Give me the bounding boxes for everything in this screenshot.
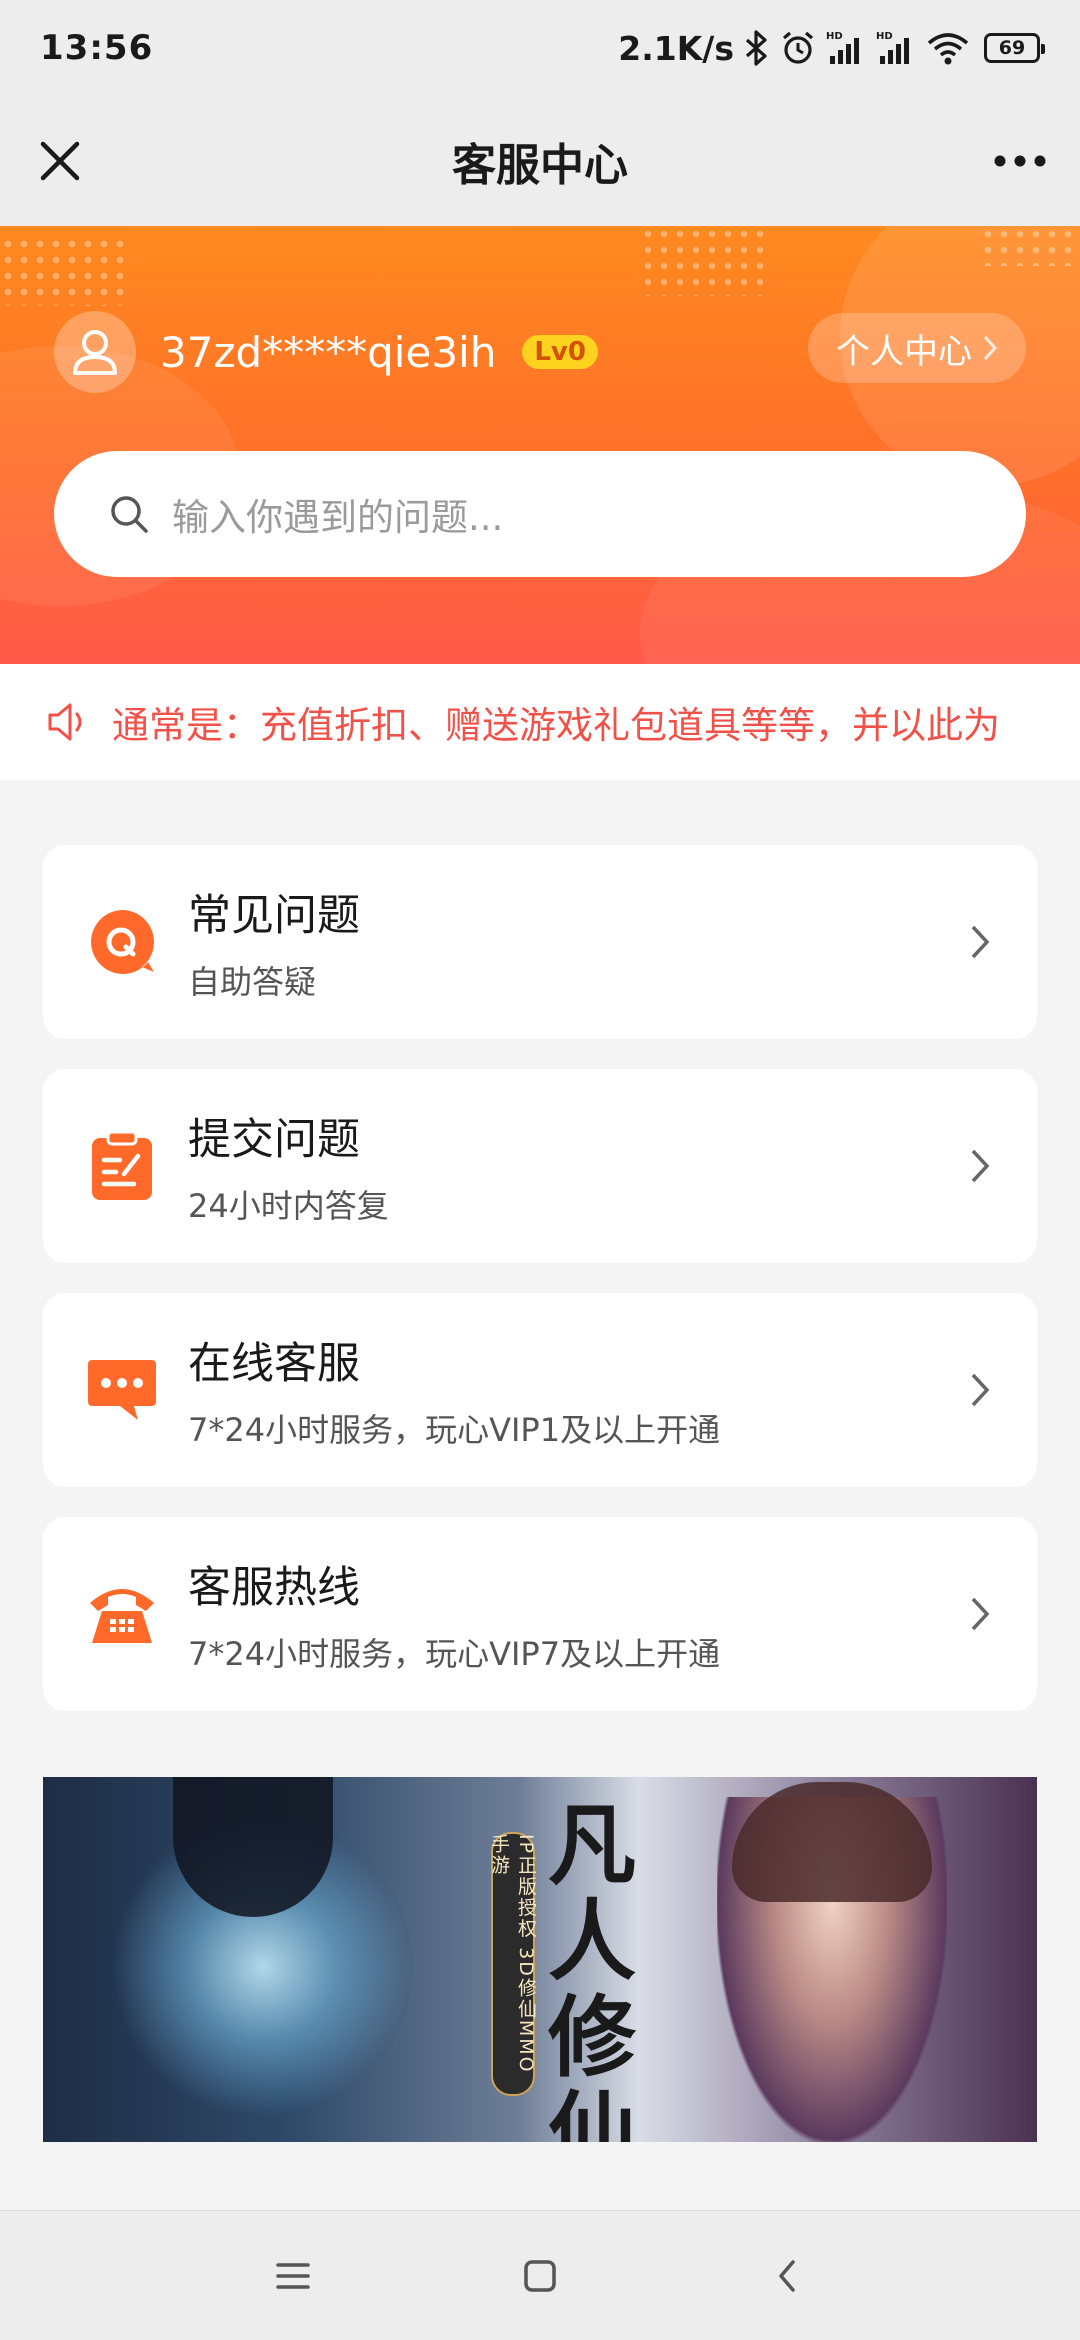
chevron-right-icon <box>971 1373 990 1407</box>
net-speed: 2.1K/s <box>618 28 734 68</box>
menu-item-text: 常见问题 自助答疑 <box>188 881 360 1003</box>
menu-item-title: 常见问题 <box>188 891 360 941</box>
user-row: 37zd*****qie3ih Lv0 个人中心 <box>54 311 1026 393</box>
menu-item-subtitle: 自助答疑 <box>188 963 317 1001</box>
banner-tag: IP正版授权 3D修仙MMO手游 <box>488 1832 537 2096</box>
decor-dots <box>640 226 770 296</box>
menu-item-title: 提交问题 <box>188 1115 360 1165</box>
menu-item-faq[interactable]: 常见问题 自助答疑 <box>43 845 1037 1039</box>
back-icon <box>778 2259 795 2292</box>
title-bar: 客服中心 <box>0 96 1080 226</box>
menu-item-text: 客服热线 7*24小时服务，玩心VIP7及以上开通 <box>188 1553 720 1675</box>
menu-item-submit[interactable]: 提交问题 24小时内答复 <box>43 1069 1037 1263</box>
menu-item-title: 客服热线 <box>188 1563 360 1613</box>
home-icon <box>524 2259 556 2292</box>
menu-item-text: 在线客服 7*24小时服务，玩心VIP1及以上开通 <box>188 1329 720 1451</box>
notice-text: 通常是：充值折扣、赠送游戏礼包道具等等，并以此为 <box>112 704 1000 747</box>
more-icon <box>994 155 1046 167</box>
menu-item-text: 提交问题 24小时内答复 <box>188 1105 389 1227</box>
profile-header: 37zd*****qie3ih Lv0 个人中心 输入你遇到的问题... <box>0 226 1080 664</box>
status-time: 13:56 <box>40 28 154 68</box>
close-button[interactable] <box>30 131 90 191</box>
avatar[interactable] <box>54 311 136 393</box>
user-icon <box>73 330 117 375</box>
personal-center-label: 个人中心 <box>836 331 972 372</box>
alarm-icon <box>780 30 816 66</box>
svg-text:HD: HD <box>876 31 893 42</box>
menu-button[interactable] <box>263 2246 323 2306</box>
personal-center-button[interactable]: 个人中心 <box>808 313 1026 383</box>
chevron-right-icon <box>971 1597 990 1631</box>
chevron-right-icon <box>971 1149 990 1183</box>
page-title: 客服中心 <box>452 140 628 191</box>
back-button[interactable] <box>757 2246 817 2306</box>
level-badge: Lv0 <box>522 335 598 369</box>
menu-item-subtitle: 7*24小时服务，玩心VIP1及以上开通 <box>188 1411 721 1449</box>
signal-hd-icon: HD <box>826 30 866 66</box>
speaker-icon <box>48 703 82 741</box>
menu-item-subtitle: 7*24小时服务，玩心VIP7及以上开通 <box>188 1635 721 1673</box>
menu-item-subtitle: 24小时内答复 <box>188 1187 389 1225</box>
menu-item-title: 在线客服 <box>188 1339 360 1389</box>
chat-icon <box>86 1354 158 1426</box>
chevron-right-icon <box>983 335 998 361</box>
phone-icon <box>86 1578 158 1650</box>
notice-bar[interactable]: 通常是：充值折扣、赠送游戏礼包道具等等，并以此为 <box>0 664 1080 780</box>
submit-icon <box>86 1130 158 1202</box>
more-button[interactable] <box>980 131 1060 191</box>
chevron-right-icon <box>971 925 990 959</box>
bluetooth-icon <box>744 30 770 66</box>
decor-dots <box>0 236 130 306</box>
username: 37zd*****qie3ih <box>160 327 497 377</box>
search-icon <box>111 496 148 533</box>
game-banner[interactable]: IP正版授权 3D修仙MMO手游 凡人修仙传 <box>43 1777 1037 2142</box>
system-nav-bar <box>0 2210 1080 2340</box>
decor-dots <box>980 226 1080 266</box>
signal-hd-icon: HD <box>876 30 916 66</box>
menu-item-online-service[interactable]: 在线客服 7*24小时服务，玩心VIP1及以上开通 <box>43 1293 1037 1487</box>
menu-icon <box>276 2262 311 2289</box>
search-input[interactable]: 输入你遇到的问题... <box>54 451 1026 577</box>
status-icons: 2.1K/s HD HD 69 <box>618 28 1045 68</box>
faq-icon <box>86 906 158 978</box>
banner-title: 凡人修仙传 <box>548 1793 637 2142</box>
wifi-icon <box>926 30 970 66</box>
search-placeholder: 输入你遇到的问题... <box>172 496 504 539</box>
menu-item-hotline[interactable]: 客服热线 7*24小时服务，玩心VIP7及以上开通 <box>43 1517 1037 1711</box>
battery-icon: 69 <box>984 33 1045 63</box>
close-icon <box>40 141 80 181</box>
home-button[interactable] <box>510 2246 570 2306</box>
status-bar: 13:56 2.1K/s HD HD 69 <box>0 0 1080 96</box>
svg-text:HD: HD <box>826 31 843 42</box>
